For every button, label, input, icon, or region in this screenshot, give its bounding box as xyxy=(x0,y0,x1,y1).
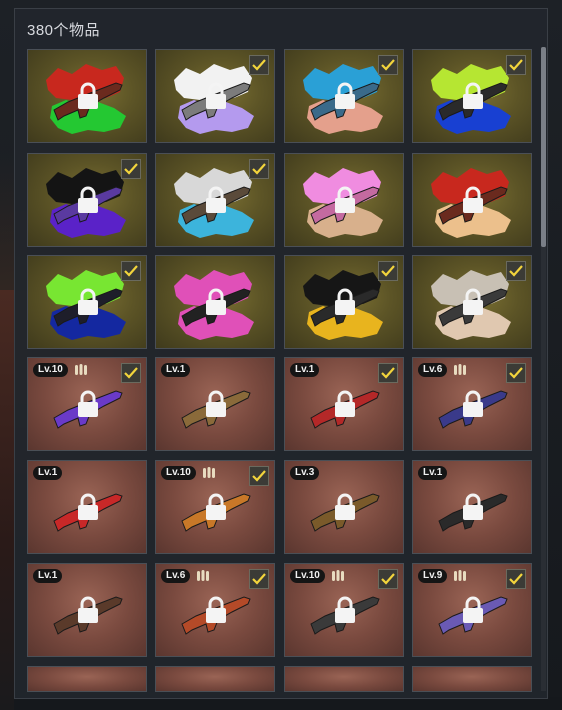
ammo-icon xyxy=(203,467,215,478)
check-icon xyxy=(506,363,526,383)
lock-icon xyxy=(335,390,355,417)
lock-icon xyxy=(463,288,483,315)
level-badge: Lv.9 xyxy=(418,569,448,583)
skin-tile[interactable]: Lv.6 xyxy=(155,563,275,657)
lock-icon xyxy=(335,288,355,315)
skin-tile[interactable] xyxy=(412,255,532,349)
skin-tile[interactable] xyxy=(155,255,275,349)
lock-icon xyxy=(78,288,98,315)
skin-tile[interactable] xyxy=(412,666,532,692)
level-badge: Lv.1 xyxy=(33,569,63,583)
lock-icon xyxy=(78,493,98,520)
skin-tile[interactable] xyxy=(155,666,275,692)
ammo-icon xyxy=(454,570,466,581)
skin-tile[interactable]: Lv.3 xyxy=(284,460,404,554)
check-icon xyxy=(249,569,269,589)
level-badge: Lv.10 xyxy=(161,466,196,480)
lock-icon xyxy=(463,493,483,520)
skin-tile[interactable] xyxy=(284,255,404,349)
lock-icon xyxy=(335,82,355,109)
skin-tile[interactable]: Lv.1 xyxy=(27,563,147,657)
level-badge: Lv.1 xyxy=(418,466,448,480)
lock-icon xyxy=(463,596,483,623)
scroll-thumb[interactable] xyxy=(541,47,546,247)
level-badge: Lv.10 xyxy=(290,569,325,583)
level-badge: Lv.3 xyxy=(290,466,320,480)
background-strip xyxy=(0,290,14,710)
lock-icon xyxy=(335,493,355,520)
lock-icon xyxy=(335,596,355,623)
lock-icon xyxy=(206,390,226,417)
inventory-panel: 380个物品 Lv.10 Lv.1 Lv.1 Lv.6 Lv.1 Lv.10 Lv.3 Lv.… xyxy=(14,8,548,699)
scrollbar[interactable] xyxy=(541,47,546,691)
level-badge: Lv.6 xyxy=(418,363,448,377)
check-icon xyxy=(506,261,526,281)
skin-tile[interactable] xyxy=(284,49,404,143)
level-badge: Lv.1 xyxy=(161,363,191,377)
skin-tile[interactable] xyxy=(155,153,275,247)
skin-tile[interactable]: Lv.1 xyxy=(284,357,404,451)
lock-icon xyxy=(206,596,226,623)
lock-icon xyxy=(206,82,226,109)
lock-icon xyxy=(78,390,98,417)
skin-tile[interactable]: Lv.10 xyxy=(155,460,275,554)
skin-tile[interactable]: Lv.1 xyxy=(155,357,275,451)
lock-icon xyxy=(463,186,483,213)
level-badge: Lv.1 xyxy=(290,363,320,377)
check-icon xyxy=(378,55,398,75)
check-icon xyxy=(121,261,141,281)
skin-tile[interactable]: Lv.10 xyxy=(284,563,404,657)
check-icon xyxy=(378,363,398,383)
skin-tile[interactable]: Lv.10 xyxy=(27,357,147,451)
check-icon xyxy=(249,55,269,75)
skin-tile[interactable]: Lv.1 xyxy=(27,460,147,554)
ammo-icon xyxy=(75,364,87,375)
check-icon xyxy=(249,159,269,179)
skin-tile[interactable]: Lv.6 xyxy=(412,357,532,451)
lock-icon xyxy=(206,186,226,213)
ammo-icon xyxy=(454,364,466,375)
ammo-icon xyxy=(332,570,344,581)
skin-tile[interactable] xyxy=(284,666,404,692)
skin-tile[interactable] xyxy=(155,49,275,143)
skin-tile[interactable]: Lv.1 xyxy=(412,460,532,554)
check-icon xyxy=(378,569,398,589)
check-icon xyxy=(378,261,398,281)
lock-icon xyxy=(463,82,483,109)
lock-icon xyxy=(78,186,98,213)
check-icon xyxy=(121,363,141,383)
ammo-icon xyxy=(197,570,209,581)
check-icon xyxy=(506,55,526,75)
level-badge: Lv.6 xyxy=(161,569,191,583)
skin-tile[interactable] xyxy=(27,153,147,247)
check-icon xyxy=(249,466,269,486)
lock-icon xyxy=(206,288,226,315)
skin-tile[interactable] xyxy=(284,153,404,247)
level-badge: Lv.10 xyxy=(33,363,68,377)
skin-tile[interactable]: Lv.9 xyxy=(412,563,532,657)
lock-icon xyxy=(463,390,483,417)
lock-icon xyxy=(206,493,226,520)
skin-tile[interactable] xyxy=(27,49,147,143)
skin-tile[interactable] xyxy=(412,153,532,247)
skin-tile[interactable] xyxy=(27,255,147,349)
check-icon xyxy=(506,569,526,589)
lock-icon xyxy=(78,596,98,623)
level-badge: Lv.1 xyxy=(33,466,63,480)
skin-tile[interactable] xyxy=(27,666,147,692)
skin-tile[interactable] xyxy=(412,49,532,143)
check-icon xyxy=(121,159,141,179)
lock-icon xyxy=(78,82,98,109)
lock-icon xyxy=(335,186,355,213)
item-count: 380个物品 xyxy=(27,22,101,39)
